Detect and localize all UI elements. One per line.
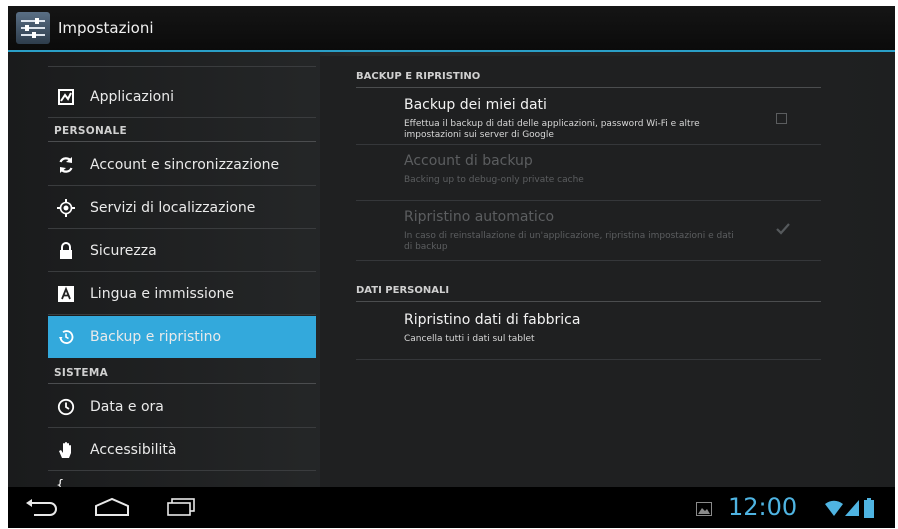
menu-item-sicurezza[interactable]: Sicurezza: [48, 230, 316, 272]
menu-item-label: Backup e ripristino: [90, 329, 222, 345]
item-title: Account di backup: [404, 153, 533, 169]
backup-icon: [56, 327, 76, 347]
section-header-sistema: SISTEMA: [48, 362, 316, 384]
hand-icon: [56, 440, 76, 460]
lock-icon: [56, 241, 76, 261]
menu-item-label: Data e ora: [90, 398, 164, 415]
wifi-icon: [825, 500, 843, 520]
menu-item-accessibilita[interactable]: Accessibilità: [48, 429, 316, 471]
section-header-backup: BACKUP E RIPRISTINO: [356, 66, 821, 88]
item-subtitle: Effettua il backup di dati delle applica…: [404, 119, 700, 140]
clock-icon: [56, 397, 76, 417]
recent-apps-icon[interactable]: [166, 497, 196, 521]
menu-item-partial-bottom[interactable]: { }: [48, 472, 316, 487]
keyboard-icon: [56, 284, 76, 304]
menu-item-partial: [48, 52, 316, 67]
menu-item-account[interactable]: Account e sincronizzazione: [48, 144, 316, 186]
signal-icon: [845, 500, 859, 520]
menu-item-label: Applicazioni: [90, 88, 174, 105]
menu-item-backup[interactable]: Backup e ripristino: [48, 316, 316, 358]
menu-item-label: Servizi di localizzazione: [90, 199, 256, 216]
factory-reset-item[interactable]: Ripristino dati di fabbrica Cancella tut…: [356, 304, 821, 360]
account-backup-item[interactable]: Account di backup Backing up to debug-on…: [356, 145, 821, 201]
sync-icon: [56, 155, 76, 175]
menu-item-data-ora[interactable]: Data e ora: [48, 386, 316, 428]
item-title: Ripristino automatico: [404, 209, 555, 225]
location-icon: [56, 198, 76, 218]
section-header-personale: PERSONALE: [48, 120, 316, 142]
settings-icon[interactable]: [16, 12, 50, 44]
settings-menu: Applicazioni PERSONALE Account e sincron…: [48, 52, 316, 487]
home-icon[interactable]: [94, 497, 130, 521]
apps-icon: [56, 87, 76, 107]
item-subtitle: Backing up to debug-only private cache: [404, 175, 584, 185]
menu-item-label: Lingua e immissione: [90, 285, 234, 302]
item-title: Ripristino dati di fabbrica: [404, 312, 581, 328]
ripristino-automatico-item[interactable]: Ripristino automatico In caso di reinsta…: [356, 201, 821, 261]
status-clock[interactable]: 12:00: [728, 493, 797, 521]
menu-item-lingua[interactable]: Lingua e immissione: [48, 273, 316, 315]
back-icon[interactable]: [26, 497, 60, 521]
battery-icon: [864, 498, 874, 522]
tablet-screen: Impostazioni Applicazioni PERSONALE Acco…: [8, 6, 895, 528]
item-subtitle: Cancella tutti i dati sul tablet: [404, 334, 535, 344]
detail-pane: BACKUP E RIPRISTINO Backup dei miei dati…: [320, 56, 848, 487]
gallery-notification-icon[interactable]: [696, 501, 712, 520]
settings-content: Applicazioni PERSONALE Account e sincron…: [8, 52, 895, 487]
backup-checkbox[interactable]: [776, 113, 787, 124]
menu-item-label: Account e sincronizzazione: [90, 156, 280, 173]
system-nav-bar: 12:00: [8, 487, 895, 528]
section-header-dati-personali: DATI PERSONALI: [356, 280, 821, 302]
backup-dati-item[interactable]: Backup dei miei dati Effettua il backup …: [356, 89, 821, 145]
checkmark-icon[interactable]: [775, 221, 791, 240]
item-subtitle: In caso di reinstallazione di un'applica…: [404, 231, 734, 252]
menu-item-applicazioni[interactable]: Applicazioni: [48, 76, 316, 118]
item-title: Backup dei miei dati: [404, 97, 547, 113]
action-bar: Impostazioni: [8, 6, 895, 52]
menu-item-label: Sicurezza: [90, 242, 157, 259]
page-title: Impostazioni: [58, 19, 154, 37]
menu-item-label: Accessibilità: [90, 441, 177, 458]
menu-item-localizzazione[interactable]: Servizi di localizzazione: [48, 187, 316, 229]
